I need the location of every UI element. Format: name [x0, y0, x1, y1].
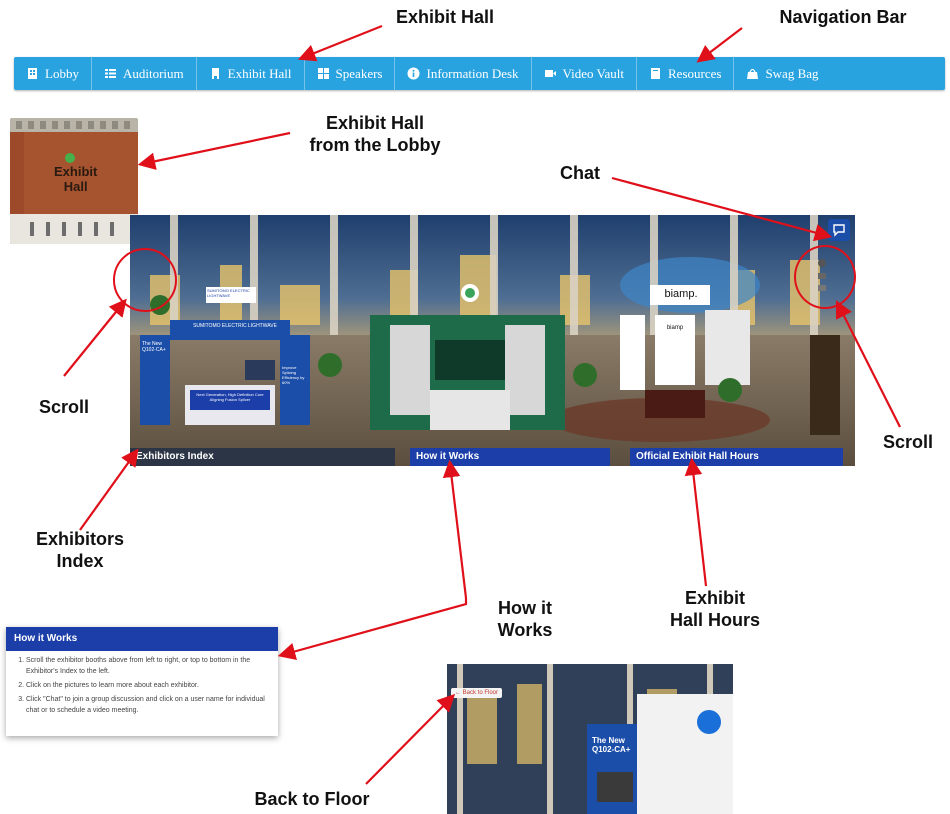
nav-item-video-vault[interactable]: Video Vault: [532, 57, 637, 90]
nav-item-resources[interactable]: Resources: [637, 57, 735, 90]
exhibitors-index-panel[interactable]: Exhibitors Index: [130, 448, 395, 466]
arrow-how-it-works-card: [277, 598, 468, 660]
exhibitors-index-title: Exhibitors Index: [136, 451, 214, 462]
how-it-works-panel[interactable]: How it Works: [410, 448, 610, 466]
lobby-sign-line1: Exhibit: [54, 164, 98, 179]
nav-label-speakers: Speakers: [335, 65, 383, 81]
how-it-works-step-3: Click "Chat" to join a group discussion …: [26, 694, 268, 716]
info-icon: [407, 67, 420, 80]
bag-icon: [746, 67, 759, 80]
arrow-navigation-bar: [696, 27, 743, 63]
nav-item-speakers[interactable]: Speakers: [305, 57, 396, 90]
booth-detail-view: ← Back to Floor The New Q102-CA+: [447, 664, 733, 814]
arrow-hours: [684, 457, 708, 587]
navigation-bar: Lobby Auditorium Exhibit Hall Speakers I…: [14, 57, 945, 90]
exhibit-hall-hours-panel[interactable]: Official Exhibit Hall Hours: [630, 448, 843, 466]
booth-left-top-sign: SUMITOMO ELECTRIC LIGHTWAVE: [206, 287, 256, 303]
booth-right-screen[interactable]: biamp: [657, 325, 693, 331]
arrow-how-it-works: [442, 459, 468, 599]
arrow-exhibitors-index: [79, 448, 139, 531]
how-it-works-step-1: Scroll the exhibitor booths above from l…: [26, 655, 268, 677]
nav-label-information-desk: Information Desk: [426, 65, 519, 81]
book-icon: [649, 67, 662, 80]
nav-label-swag-bag: Swag Bag: [765, 65, 819, 81]
nav-label-resources: Resources: [668, 65, 722, 81]
how-it-works-panel-title: How it Works: [416, 451, 480, 462]
nav-label-lobby: Lobby: [45, 65, 79, 81]
back-to-floor-button[interactable]: ← Back to Floor: [451, 688, 503, 698]
arrow-back-to-floor: [365, 693, 456, 785]
callout-exhibitors-index: Exhibitors Index: [35, 529, 124, 571]
lobby-sign-line2: Hall: [63, 179, 88, 194]
booth-detail-pillar-text: The New Q102-CA+: [592, 736, 631, 754]
grid-icon: [104, 67, 117, 80]
nav-label-auditorium: Auditorium: [122, 65, 184, 81]
nav-item-information-desk[interactable]: Information Desk: [395, 57, 532, 90]
callout-exhibit-hall: Exhibit Hall: [395, 7, 494, 27]
callout-scroll-right: Scroll: [882, 432, 934, 452]
how-it-works-card-title: How it Works: [6, 627, 278, 651]
booth-left-pillar-text-2[interactable]: Improve Splicing Efficiency by 60%: [282, 365, 308, 385]
scroll-left-highlight: [113, 248, 177, 312]
nav-label-video-vault: Video Vault: [562, 65, 624, 81]
booth-left-counter-text[interactable]: Next Generation, High Definition Core Al…: [192, 392, 268, 402]
callout-chat: Chat: [560, 163, 600, 183]
nav-item-swag-bag[interactable]: Swag Bag: [734, 57, 830, 90]
booth-left-pillar-text[interactable]: The New Q102-CA+: [142, 341, 168, 353]
booth-left-banner[interactable]: SUMITOMO ELECTRIC LIGHTWAVE: [185, 323, 285, 329]
callout-exhibit-hall-hours: Exhibit Hall Hours: [669, 588, 761, 630]
booth-icon: [209, 67, 222, 80]
tiles-icon: [317, 67, 330, 80]
chat-button[interactable]: [828, 219, 850, 241]
nav-item-lobby[interactable]: Lobby: [14, 57, 92, 90]
scroll-right-highlight: [794, 245, 856, 309]
booth-right-logo[interactable]: biamp.: [656, 288, 706, 300]
video-icon: [544, 67, 557, 80]
nav-item-auditorium[interactable]: Auditorium: [92, 57, 197, 90]
arrow-lobby: [137, 131, 291, 170]
callout-back-to-floor: Back to Floor: [254, 789, 370, 809]
exhibit-hall-floor: SUMITOMO ELECTRIC LIGHTWAVE SUMITOMO ELE…: [130, 215, 855, 466]
exhibit-hall-hours-title: Official Exhibit Hall Hours: [636, 451, 759, 462]
lobby-exhibit-hall-thumbnail[interactable]: Exhibit Hall: [10, 118, 138, 244]
callout-exhibit-hall-from-lobby: Exhibit Hall from the Lobby: [309, 113, 441, 155]
how-it-works-card: How it Works Scroll the exhibitor booths…: [6, 627, 278, 736]
building-icon: [26, 67, 39, 80]
how-it-works-step-2: Click on the pictures to learn more abou…: [26, 680, 268, 691]
nav-label-exhibit-hall: Exhibit Hall: [227, 65, 292, 81]
callout-navigation-bar: Navigation Bar: [779, 7, 907, 27]
callout-scroll-left: Scroll: [38, 397, 90, 417]
arrow-exhibit-hall: [297, 24, 383, 62]
callout-how-it-works: How it Works: [497, 598, 553, 640]
nav-item-exhibit-hall[interactable]: Exhibit Hall: [197, 57, 305, 90]
arrow-scroll-left: [63, 298, 127, 377]
chat-icon: [833, 224, 845, 237]
